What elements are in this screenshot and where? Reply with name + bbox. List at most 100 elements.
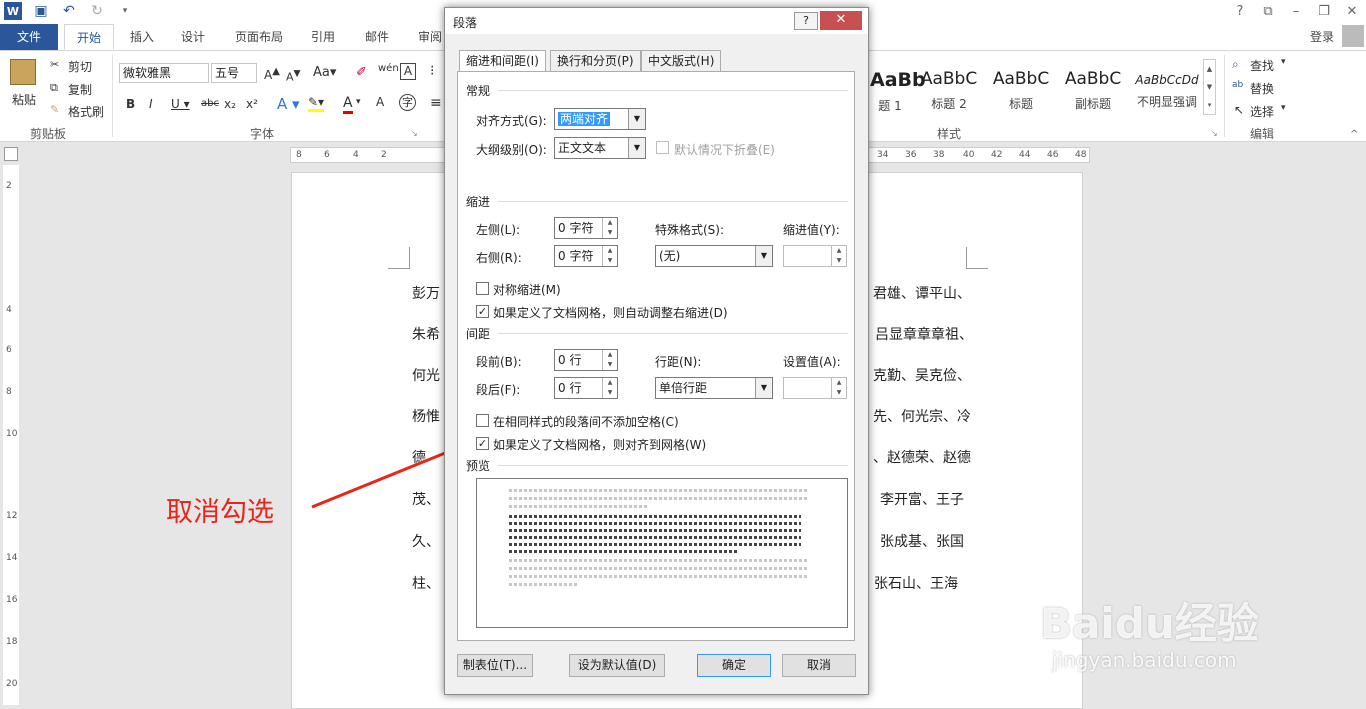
auto-adjust-indent-checkbox[interactable]: ✓ (476, 305, 489, 318)
underline-icon[interactable]: U ▾ (171, 97, 190, 111)
restore-icon[interactable]: ❐ (1310, 0, 1338, 22)
change-case-icon[interactable]: Aa▾ (313, 65, 336, 80)
tab-insert[interactable]: 插入 (130, 24, 154, 50)
alignment-combo[interactable]: 两端对齐 ▼ (554, 108, 646, 130)
format-painter-button[interactable]: 格式刷 (68, 103, 104, 120)
bullets-icon[interactable]: ⁝ (430, 63, 434, 79)
spinner-buttons[interactable]: ▲ ▼ (602, 378, 617, 398)
ok-button[interactable]: 确定 (697, 654, 771, 677)
tab-selector[interactable] (4, 147, 18, 161)
spinner-buttons[interactable]: ▲ ▼ (602, 350, 617, 370)
superscript-icon[interactable]: x² (246, 97, 258, 111)
strikethrough-icon[interactable]: abc (201, 98, 219, 109)
dropdown-arrow-icon[interactable]: ▼ (628, 138, 645, 158)
style-subtle-emphasis[interactable]: AaBbCcDd 不明显强调 (1132, 69, 1202, 110)
spinner-buttons[interactable]: ▲ ▼ (831, 246, 846, 266)
avatar[interactable] (1342, 25, 1364, 47)
spin-up-icon[interactable]: ▲ (832, 378, 846, 388)
ribbon-display-icon[interactable]: ⧉ (1254, 0, 1282, 22)
select-button[interactable]: 选择 (1250, 103, 1274, 120)
paste-icon[interactable] (10, 59, 36, 85)
line-spacing-combo[interactable]: 单倍行距 ▼ (655, 377, 773, 399)
paste-button[interactable]: 粘贴 (12, 91, 36, 108)
style-title[interactable]: AaBbC 标题 (988, 69, 1054, 112)
cancel-button[interactable]: 取消 (782, 654, 856, 677)
select-dropdown-icon[interactable]: ▾ (1281, 103, 1286, 113)
vertical-ruler[interactable]: 2 4 6 8 10 12 14 16 18 20 (3, 165, 19, 705)
char-border-icon[interactable]: A (400, 63, 416, 80)
spinner-buttons[interactable]: ▲ ▼ (602, 218, 617, 238)
spin-up-icon[interactable]: ▲ (832, 246, 846, 256)
spin-up-icon[interactable]: ▲ (603, 218, 617, 228)
font-dialog-launcher-icon[interactable]: ↘ (411, 129, 418, 138)
close-window-icon[interactable]: ✕ (1338, 0, 1366, 22)
styles-dialog-launcher-icon[interactable]: ↘ (1211, 129, 1218, 138)
bold-icon[interactable]: B (126, 97, 135, 111)
tab-file[interactable]: 文件 (0, 24, 58, 50)
indent-left-spinner[interactable]: 0 字符 ▲ ▼ (554, 217, 618, 239)
tab-references[interactable]: 引用 (311, 24, 335, 50)
spin-down-icon[interactable]: ▼ (832, 388, 846, 398)
tab-design[interactable]: 设计 (181, 24, 205, 50)
dropdown-arrow-icon[interactable]: ▼ (755, 246, 772, 266)
char-shading-icon[interactable]: A (376, 95, 384, 109)
spacing-before-spinner[interactable]: 0 行 ▲ ▼ (554, 349, 618, 371)
tab-layout[interactable]: 页面布局 (235, 24, 283, 50)
replace-button[interactable]: 替换 (1250, 80, 1274, 97)
dialog-title-bar[interactable]: 段落 ? ✕ (445, 8, 868, 34)
align-icon[interactable]: ≡ (430, 95, 442, 111)
find-dropdown-icon[interactable]: ▾ (1281, 57, 1286, 67)
spin-down-icon[interactable]: ▼ (832, 256, 846, 266)
subscript-icon[interactable]: x₂ (224, 97, 236, 111)
login-link[interactable]: 登录 (1310, 28, 1334, 45)
save-icon[interactable]: ▣ (32, 2, 50, 20)
spin-up-icon[interactable]: ▲ (603, 246, 617, 256)
dropdown-arrow-icon[interactable]: ▼ (628, 109, 645, 129)
cut-button[interactable]: 剪切 (68, 58, 92, 75)
spin-down-icon[interactable]: ▼ (603, 228, 617, 238)
enclose-char-icon[interactable]: 字 (399, 94, 416, 111)
customize-qat-icon[interactable]: ▾ (116, 2, 134, 20)
tabs-button[interactable]: 制表位(T)... (457, 654, 533, 677)
spin-up-icon[interactable]: ▲ (603, 378, 617, 388)
no-space-same-style-checkbox[interactable] (476, 414, 489, 427)
copy-button[interactable]: 复制 (68, 81, 92, 98)
dropdown-arrow-icon[interactable]: ▼ (755, 378, 772, 398)
shrink-font-icon[interactable]: A▼ (286, 68, 301, 84)
phonetic-guide-icon[interactable]: wén (378, 63, 399, 74)
font-name-combo[interactable]: 微软雅黑 (119, 63, 209, 83)
help-icon[interactable]: ? (1226, 0, 1254, 22)
dialog-help-button[interactable]: ? (794, 12, 818, 30)
minimize-icon[interactable]: – (1282, 0, 1310, 22)
find-button[interactable]: 查找 (1250, 57, 1274, 74)
spacing-after-spinner[interactable]: 0 行 ▲ ▼ (554, 377, 618, 399)
set-default-button[interactable]: 设为默认值(D) (569, 654, 665, 677)
spinner-buttons[interactable]: ▲ ▼ (831, 378, 846, 398)
special-indent-combo[interactable]: (无) ▼ (655, 245, 773, 267)
indent-by-spinner[interactable]: ▲ ▼ (783, 245, 847, 267)
spin-down-icon[interactable]: ▼ (603, 388, 617, 398)
outline-level-combo[interactable]: 正文文本 ▼ (554, 137, 646, 159)
styles-scroll[interactable]: ▲ ▼ ▾ (1203, 59, 1216, 115)
font-color-icon[interactable]: A (343, 95, 353, 114)
collapse-ribbon-icon[interactable]: ^ (1350, 129, 1358, 140)
mirror-indents-checkbox[interactable] (476, 282, 489, 295)
indent-right-spinner[interactable]: 0 字符 ▲ ▼ (554, 245, 618, 267)
spin-down-icon[interactable]: ▼ (603, 360, 617, 370)
dialog-close-button[interactable]: ✕ (820, 11, 862, 30)
tab-mailings[interactable]: 邮件 (365, 24, 389, 50)
undo-icon[interactable]: ↶ (60, 2, 78, 20)
spacing-at-spinner[interactable]: ▲ ▼ (783, 377, 847, 399)
tab-line-page-breaks[interactable]: 换行和分页(P) (550, 50, 641, 72)
tab-asian-typography[interactable]: 中文版式(H) (641, 50, 722, 72)
tab-home[interactable]: 开始 (64, 24, 114, 50)
grow-font-icon[interactable]: A▲ (264, 66, 280, 82)
font-size-combo[interactable]: 五号 (211, 63, 257, 83)
redo-icon[interactable]: ↻ (88, 2, 106, 20)
style-heading1[interactable]: AaBb 题 1 (870, 69, 926, 114)
spinner-buttons[interactable]: ▲ ▼ (602, 246, 617, 266)
text-effects-icon[interactable]: A ▾ (277, 95, 300, 113)
style-subtitle[interactable]: AaBbC 副标题 (1060, 69, 1126, 112)
spin-down-icon[interactable]: ▼ (603, 256, 617, 266)
font-color-dropdown-icon[interactable]: ▾ (356, 97, 361, 107)
